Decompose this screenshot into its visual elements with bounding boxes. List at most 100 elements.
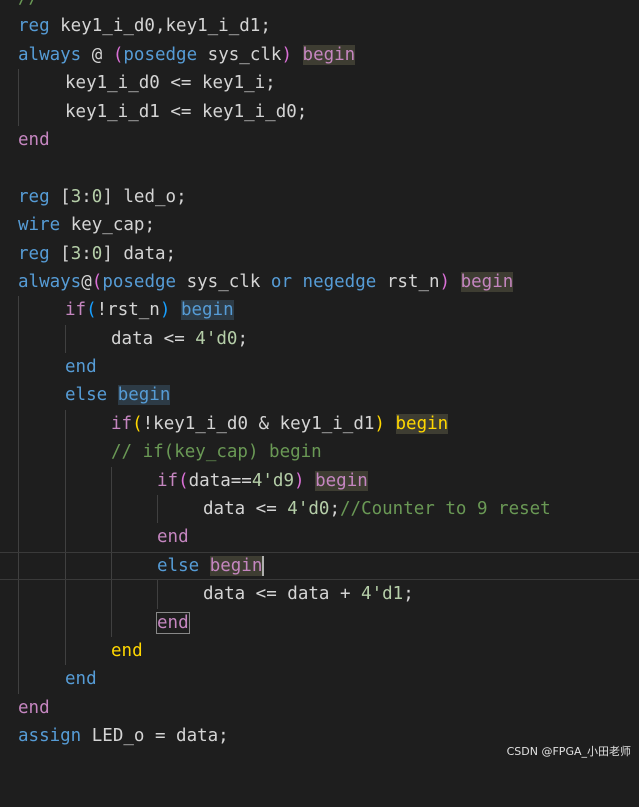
- code-line: end: [0, 665, 639, 694]
- indent-guide: [65, 636, 66, 666]
- line-content: reg [3:0] led_o;: [18, 183, 187, 211]
- keyword: if: [157, 470, 179, 491]
- code-text: @: [81, 44, 113, 65]
- indent-guide: [18, 495, 19, 524]
- code-text: rst_n: [376, 271, 440, 292]
- keyword-begin: begin: [209, 555, 263, 576]
- code-line: if(!key1_i_d0 & key1_i_d1) begin: [0, 409, 639, 439]
- code-text: ;: [329, 499, 340, 520]
- code-text: :: [81, 186, 92, 207]
- code-line: if(data==4'd9) begin: [0, 466, 639, 496]
- keyword: else: [157, 555, 200, 576]
- keyword-end-matched: end: [156, 611, 190, 634]
- code-line: wire key_cap;: [0, 211, 639, 239]
- code-text: sys_clk: [197, 44, 282, 65]
- keyword-end: end: [111, 640, 143, 661]
- number: 4'd9: [251, 470, 294, 491]
- indent-guide: [111, 608, 112, 637]
- keyword: reg: [18, 243, 50, 264]
- keyword-begin: begin: [302, 44, 356, 65]
- keyword: wire: [18, 215, 61, 236]
- line-content: reg key1_i_d0,key1_i_d1;: [18, 12, 271, 40]
- code-text: ;: [237, 328, 248, 349]
- code-line: end: [0, 353, 639, 382]
- keyword: negedge: [302, 271, 377, 292]
- code-text: ;: [403, 584, 414, 605]
- code-text: key1_i_d0 <= key1_i;: [65, 73, 276, 94]
- code-editor[interactable]: // reg key1_i_d0,key1_i_d1; always @ (po…: [0, 0, 639, 751]
- indent-guide: [18, 296, 19, 325]
- indent-guide: [18, 353, 19, 382]
- keyword: reg: [18, 186, 50, 207]
- code-text: data <= data +: [203, 584, 362, 605]
- code-line: end: [0, 523, 639, 552]
- keyword: posedge: [102, 271, 177, 292]
- line-content: else begin: [157, 553, 265, 579]
- indent-guide: [18, 523, 19, 552]
- number: 3: [70, 186, 82, 207]
- text-cursor: [262, 555, 265, 576]
- watermark: CSDN @FPGA_小田老师: [506, 745, 631, 758]
- code-text: data==: [188, 470, 252, 491]
- keyword: if: [65, 300, 87, 321]
- indent-guide: [18, 608, 19, 637]
- code-line: reg key1_i_d0,key1_i_d1;: [0, 12, 639, 40]
- indent-guide: [111, 523, 112, 552]
- code-text: [: [49, 243, 71, 264]
- keyword-begin: begin: [460, 271, 514, 292]
- code-text: @: [81, 271, 92, 292]
- line-content: if(data==4'd9) begin: [157, 467, 368, 495]
- code-line: end: [0, 694, 639, 722]
- code-line: else begin: [0, 381, 639, 410]
- line-content: key1_i_d0 <= key1_i;: [65, 69, 276, 97]
- number: 4'd1: [361, 584, 404, 605]
- indent-guide: [18, 69, 19, 98]
- number: 0: [91, 243, 103, 264]
- line-content: always@(posedge sys_clk or negedge rst_n…: [18, 268, 514, 296]
- indent-guide: [65, 409, 66, 439]
- code-text: key1_i_d1 <= key1_i_d0;: [65, 101, 308, 122]
- code-text: key1_i_d0,key1_i_d1;: [49, 16, 271, 37]
- line-content: if(!key1_i_d0 & key1_i_d1) begin: [111, 410, 449, 438]
- line-content: end: [156, 609, 190, 637]
- keyword-end: end: [65, 669, 97, 690]
- indent-guide: [65, 608, 66, 637]
- indent-guide: [18, 665, 19, 694]
- bracket: ): [439, 271, 451, 292]
- bracket: (: [178, 470, 189, 491]
- code-text: !rst_n: [96, 300, 160, 321]
- code-line: data <= 4'd0;//Counter to 9 reset: [0, 495, 639, 524]
- indent-guide: [157, 580, 158, 609]
- indent-guide: [65, 438, 66, 467]
- indent-guide: [18, 324, 19, 354]
- code-line: //: [0, 0, 639, 12]
- indent-guide: [18, 580, 19, 609]
- comment-text: //: [18, 0, 39, 8]
- line-content: // if(key_cap) begin: [111, 438, 322, 466]
- indent-guide: [157, 495, 158, 524]
- comment-text: // if(key_cap) begin: [111, 442, 322, 463]
- indent-guide: [65, 324, 66, 354]
- keyword: reg: [18, 16, 50, 37]
- keyword-begin: begin: [117, 385, 171, 406]
- indent-guide: [111, 552, 112, 580]
- number: 4'd0: [195, 328, 238, 349]
- code-text: data <=: [203, 499, 288, 520]
- line-content: end: [111, 637, 143, 665]
- line-content: data <= data + 4'd1;: [203, 580, 414, 608]
- code-text: LED_o = data;: [81, 726, 229, 747]
- line-content: end: [65, 353, 97, 381]
- bracket: (: [86, 300, 97, 321]
- code-text: ] led_o;: [102, 186, 187, 207]
- indent-guide: [65, 580, 66, 609]
- line-content: end: [18, 694, 50, 722]
- code-line-current[interactable]: else begin: [0, 551, 639, 581]
- code-line: key1_i_d0 <= key1_i;: [0, 69, 639, 98]
- line-content: end: [18, 126, 50, 154]
- line-content: assign LED_o = data;: [18, 722, 229, 750]
- code-text: [: [49, 186, 71, 207]
